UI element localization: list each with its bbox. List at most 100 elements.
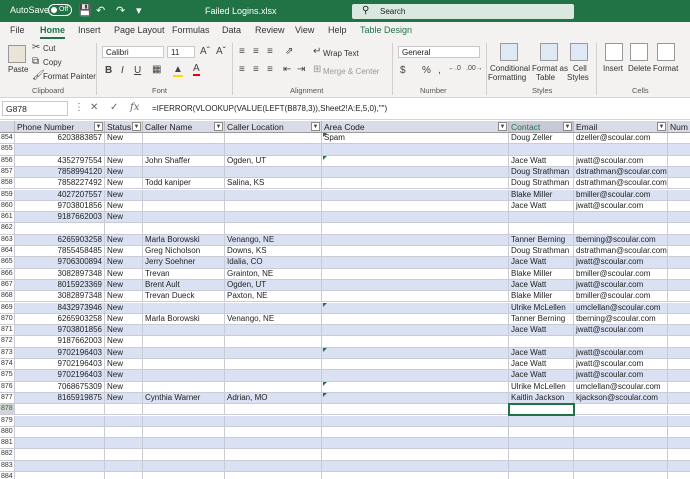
tab-data[interactable]: Data: [222, 25, 241, 35]
error-indicator-icon[interactable]: [323, 155, 327, 160]
cell-email[interactable]: tberning@scoular.com: [574, 313, 668, 326]
more-options-icon[interactable]: ⋮: [74, 102, 84, 113]
cell-contact[interactable]: Doug Strathman: [509, 166, 574, 179]
filter-dropdown-icon[interactable]: ▼: [498, 122, 507, 131]
cell-status[interactable]: New: [105, 200, 143, 213]
cell-caller-location[interactable]: [225, 223, 322, 235]
cell-phone-number[interactable]: 9703801856: [15, 200, 105, 213]
row-number[interactable]: 861: [0, 212, 15, 224]
borders-icon[interactable]: ▦: [152, 64, 161, 75]
cell-caller-location[interactable]: [225, 426, 322, 439]
cell-caller-name[interactable]: [143, 370, 225, 382]
cell-contact[interactable]: Ulrike McLellen: [509, 381, 574, 393]
cell-area-code[interactable]: [322, 370, 509, 382]
tab-review[interactable]: Review: [255, 25, 285, 35]
cell-caller-location[interactable]: [225, 359, 322, 371]
cell-caller-name[interactable]: [143, 438, 225, 450]
cell-status[interactable]: New: [105, 336, 143, 348]
column-header-status[interactable]: Status ▼: [105, 121, 143, 133]
cell-status[interactable]: New: [105, 370, 143, 382]
cell-email[interactable]: dzeller@scoular.com: [574, 133, 668, 145]
save-icon[interactable]: 💾: [78, 4, 92, 17]
row-number[interactable]: 881: [0, 438, 15, 450]
filter-dropdown-icon[interactable]: ▼: [657, 122, 666, 131]
cell-num[interactable]: [668, 156, 690, 167]
align-middle-icon[interactable]: ≡: [253, 46, 259, 57]
column-header-num[interactable]: Num: [668, 121, 690, 133]
cell-caller-location[interactable]: [225, 302, 322, 314]
fill-color-icon[interactable]: ▲: [173, 64, 183, 77]
cell-caller-location[interactable]: [225, 189, 322, 201]
format-as-table-icon[interactable]: [540, 43, 558, 61]
cell-phone-number[interactable]: 3082897348: [15, 268, 105, 280]
cell-caller-name[interactable]: [143, 144, 225, 156]
cell-contact[interactable]: Jace Watt: [509, 347, 574, 359]
cell-email[interactable]: [574, 415, 668, 427]
cell-email[interactable]: [574, 426, 668, 439]
cell-email[interactable]: kjackson@scoular.com: [574, 392, 668, 405]
increase-decimal-icon[interactable]: ←.0: [448, 65, 461, 72]
cell-caller-location[interactable]: [225, 370, 322, 382]
cell-status[interactable]: New: [105, 291, 143, 303]
cell-contact[interactable]: [509, 415, 574, 427]
cell-contact[interactable]: [509, 336, 574, 348]
row-number[interactable]: 858: [0, 178, 15, 190]
cell-num[interactable]: [668, 415, 690, 427]
cell-num[interactable]: [668, 223, 690, 235]
cell-caller-name[interactable]: Cynthia Warner: [143, 392, 225, 405]
cell-area-code[interactable]: [322, 223, 509, 235]
cell-contact[interactable]: Doug Zeller: [509, 133, 574, 145]
cell-caller-location[interactable]: [225, 336, 322, 348]
cell-status[interactable]: New: [105, 279, 143, 292]
cell-phone-number[interactable]: 7858227492: [15, 178, 105, 190]
cell-phone-number[interactable]: 3082897348: [15, 291, 105, 303]
row-number[interactable]: 859: [0, 189, 15, 201]
cell-phone-number[interactable]: [15, 472, 105, 479]
cell-num[interactable]: [668, 359, 690, 371]
cell-caller-name[interactable]: [143, 449, 225, 461]
decrease-indent-icon[interactable]: ⇤: [283, 64, 291, 75]
tab-home[interactable]: Home: [40, 25, 66, 39]
cell-status[interactable]: New: [105, 325, 143, 337]
comma-icon[interactable]: ,: [438, 65, 441, 76]
cell-caller-location[interactable]: [225, 347, 322, 359]
cell-phone-number[interactable]: [15, 404, 105, 416]
cell-contact[interactable]: Jace Watt: [509, 155, 574, 167]
cell-status[interactable]: [105, 404, 143, 416]
cell-caller-name[interactable]: [143, 200, 225, 213]
cell-styles-icon[interactable]: [570, 43, 588, 61]
row-number[interactable]: 884: [0, 472, 15, 479]
cell-contact[interactable]: Jace Watt: [509, 325, 574, 337]
cell-email[interactable]: jwatt@scoular.com: [574, 155, 668, 167]
tab-page-layout[interactable]: Page Layout: [114, 25, 165, 35]
cell-area-code[interactable]: [322, 404, 509, 416]
enter-icon[interactable]: ✓: [110, 102, 118, 113]
cell-num[interactable]: [668, 392, 690, 405]
cell-status[interactable]: [105, 472, 143, 479]
cell-area-code[interactable]: [322, 212, 509, 224]
cell-area-code[interactable]: [322, 472, 509, 479]
cell-caller-location[interactable]: [225, 381, 322, 393]
cell-contact[interactable]: Doug Strathman: [509, 178, 574, 190]
cell-area-code[interactable]: [322, 325, 509, 337]
format-as-table-line2[interactable]: Table: [536, 73, 555, 82]
format-button[interactable]: Format: [653, 64, 678, 73]
cell-num[interactable]: [668, 189, 690, 201]
cell-num[interactable]: [668, 279, 690, 292]
cell-num[interactable]: [668, 449, 690, 461]
cell-caller-location[interactable]: Venango, NE: [225, 313, 322, 326]
decrease-font-icon[interactable]: Aˇ: [216, 46, 226, 57]
tab-view[interactable]: View: [295, 25, 314, 35]
format-cells-icon[interactable]: [657, 43, 675, 61]
cell-status[interactable]: [105, 449, 143, 461]
row-number[interactable]: 883: [0, 460, 15, 472]
row-number[interactable]: 877: [0, 392, 15, 405]
cell-area-code[interactable]: [322, 426, 509, 439]
align-right-icon[interactable]: ≡: [267, 64, 273, 75]
cell-email[interactable]: tberning@scoular.com: [574, 234, 668, 246]
cell-contact[interactable]: Tanner Berning: [509, 313, 574, 326]
font-name-dropdown[interactable]: Calibri: [102, 46, 164, 58]
filter-dropdown-icon[interactable]: ▼: [94, 122, 103, 131]
cell-contact[interactable]: Blake Miller: [509, 268, 574, 280]
cell-phone-number[interactable]: 9703801856: [15, 325, 105, 337]
